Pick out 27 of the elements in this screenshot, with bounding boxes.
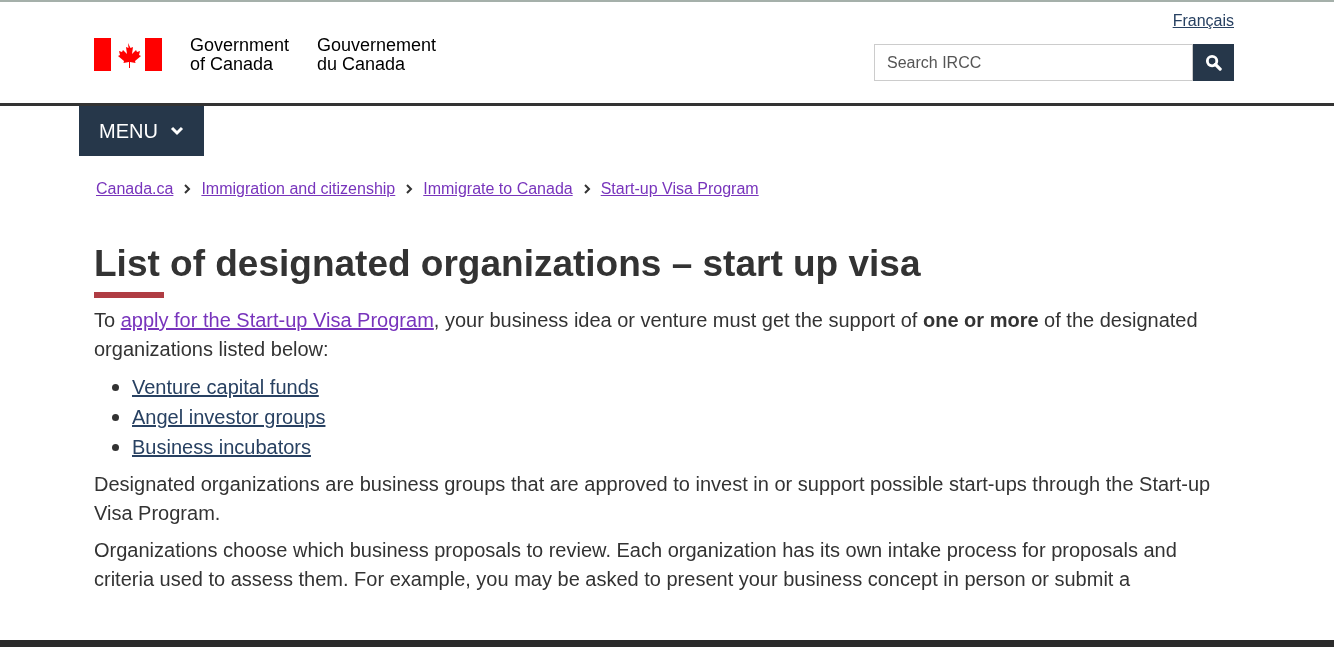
- language-link[interactable]: Français: [1172, 12, 1234, 30]
- breadcrumb-link[interactable]: Canada.ca: [96, 180, 174, 198]
- breadcrumb-link[interactable]: Start-up Visa Program: [600, 180, 759, 198]
- body-paragraph: Designated organizations are business groups that are approved to invest in or support possible start-ups through the Start-up Visa Program.: [94, 472, 1212, 526]
- breadcrumb-link[interactable]: Immigration and citizenship: [201, 180, 396, 198]
- chevron-icon: [183, 184, 192, 194]
- chevron-icon: [582, 184, 591, 194]
- body-paragraph: Organizations choose which business proposals to review. Each organization has its own intake process for proposals and criteria used to assess them. For example, you may be asked to present your business concept in person or submit a: [94, 538, 1178, 592]
- menu-button[interactable]: MENU: [79, 106, 204, 156]
- breadcrumb-link[interactable]: Immigrate to Canada: [423, 180, 573, 198]
- government-name-french: Gouvernement du Canada: [317, 35, 437, 74]
- apply-link[interactable]: apply for the Start-up Visa Program: [120, 309, 434, 331]
- intro-paragraph: To apply for the Start-up Visa Program, your business idea or venture must get the support of one or more of the designated organizations listed below:: [94, 308, 1199, 362]
- list-link[interactable]: Business incubators: [132, 435, 311, 459]
- list-link[interactable]: Venture capital funds: [132, 375, 319, 399]
- flag-icon: [94, 38, 162, 71]
- search-icon: [1205, 54, 1222, 71]
- chevron-icon: [405, 184, 414, 194]
- bullet-icon: [112, 413, 119, 421]
- bullet-icon: [112, 443, 119, 451]
- government-name-english: Government of Canada: [190, 35, 290, 74]
- page-title: List of designated organizations – start up visa: [94, 242, 921, 286]
- chevron-icon: [169, 126, 184, 136]
- list-link[interactable]: Angel investor groups: [132, 405, 326, 429]
- search-field[interactable]: Search IRCC: [874, 44, 1193, 81]
- search-button[interactable]: [1193, 44, 1234, 81]
- bullet-icon: [112, 383, 119, 391]
